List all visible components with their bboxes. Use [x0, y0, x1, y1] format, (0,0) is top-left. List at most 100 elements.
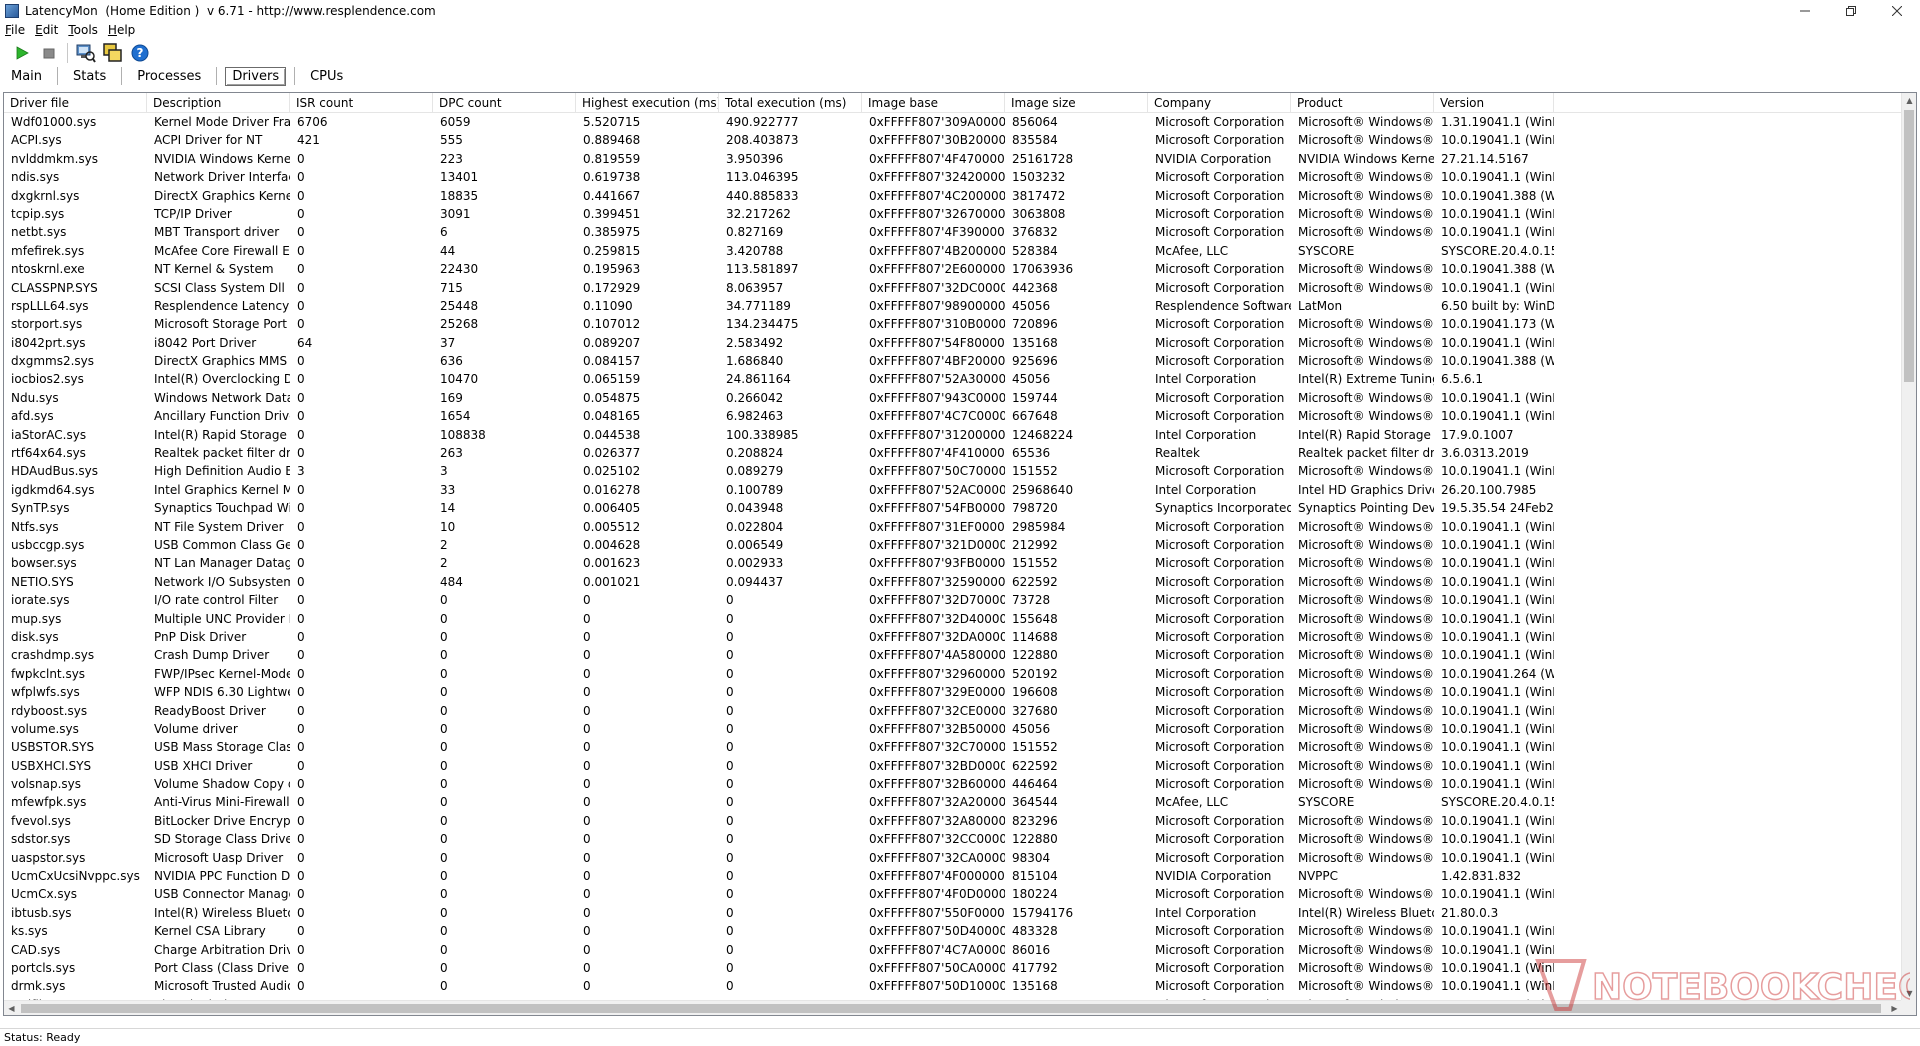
table-cell: Microsoft® Windows® Ope... — [1298, 960, 1434, 975]
table-row[interactable]: portcls.sys Port Class (Class Driver for … — [4, 959, 1904, 977]
table-row[interactable]: wfplwfs.sys WFP NDIS 6.30 Lightweight ...… — [4, 683, 1904, 701]
table-row[interactable]: NETIO.SYS Network I/O Subsystem 0 484 0.0010… — [4, 573, 1904, 591]
table-row[interactable]: HDAudBus.sys High Definition Audio Bus Dr… — [4, 462, 1904, 480]
horizontal-scrollbar[interactable]: ◀ ▶ — [4, 1000, 1902, 1015]
table-row[interactable]: afd.sys Ancillary Function Driver for ...… — [4, 407, 1904, 425]
column-header[interactable]: Company — [1148, 93, 1291, 113]
start-button[interactable] — [10, 42, 34, 64]
column-header[interactable]: Version — [1434, 93, 1554, 113]
table-row[interactable]: crashdmp.sys Crash Dump Driver 0 0 0 0 0xFFFFF… — [4, 646, 1904, 664]
table-row[interactable]: rspLLL64.sys Resplendence Latency Monit..… — [4, 297, 1904, 315]
table-row[interactable]: USBXHCI.SYS USB XHCI Driver 0 0 0 0 0xFFFFF807… — [4, 757, 1904, 775]
scroll-down-icon[interactable]: ▼ — [1902, 986, 1916, 1001]
tab-cpus[interactable]: CPUs — [303, 67, 350, 86]
table-row[interactable]: uaspstor.sys Microsoft Uasp Driver 0 0 0 0 0xF… — [4, 849, 1904, 867]
table-row[interactable]: rdyboost.sys ReadyBoost Driver 0 0 0 0 0xFFFFF… — [4, 702, 1904, 720]
table-row[interactable]: iaStorAC.sys Intel(R) Rapid Storage Tech.… — [4, 426, 1904, 444]
table-row[interactable]: dxgmms2.sys DirectX Graphics MMS 0 636 0.084… — [4, 352, 1904, 370]
table-row[interactable]: Ndu.sys Windows Network Data Usa... 0 169 0.… — [4, 389, 1904, 407]
table-cell: 122880 — [1012, 832, 1058, 847]
table-row[interactable]: netbt.sys MBT Transport driver 0 6 0.385975 0… — [4, 223, 1904, 241]
table-cell: Microsoft Corporation — [1155, 574, 1285, 589]
column-header[interactable]: Image size — [1005, 93, 1148, 113]
menu-file[interactable]: File — [0, 23, 30, 37]
maximize-button[interactable] — [1828, 0, 1874, 21]
table-row[interactable]: nvlddmkm.sys NVIDIA Windows Kernel Mod...… — [4, 150, 1904, 168]
close-button[interactable] — [1874, 0, 1920, 21]
scroll-up-icon[interactable]: ▲ — [1902, 93, 1916, 108]
column-header[interactable]: Description — [147, 93, 290, 113]
report-button[interactable] — [74, 42, 98, 64]
table-cell: Network I/O Subsystem — [154, 574, 290, 589]
scroll-right-icon[interactable]: ▶ — [1887, 1001, 1902, 1015]
column-header[interactable]: DPC count — [433, 93, 576, 113]
menu-tools[interactable]: Tools — [63, 23, 103, 37]
table-row[interactable]: fwpkclnt.sys FWP/IPsec Kernel-Mode API 0 0 0… — [4, 665, 1904, 683]
table-row[interactable]: drmk.sys Microsoft Trusted Audio Driv... 0… — [4, 977, 1904, 995]
table-row[interactable]: Ntfs.sys NT File System Driver 0 10 0.005512… — [4, 518, 1904, 536]
table-row[interactable]: UcmCx.sys USB Connector Manager KM... 0 0 0 0… — [4, 885, 1904, 903]
tab-drivers[interactable]: Drivers — [225, 66, 287, 86]
table-cell: Microsoft Corporation — [1155, 409, 1285, 424]
column-header[interactable]: Driver file — [4, 93, 147, 113]
table-row[interactable]: SynTP.sys Synaptics Touchpad Win64 ... 0 14… — [4, 499, 1904, 517]
table-cell: Microsoft Corporation — [1155, 115, 1285, 129]
table-row[interactable]: dxgkrnl.sys DirectX Graphics Kernel 0 18835… — [4, 187, 1904, 205]
table-row[interactable]: ks.sys Kernel CSA Library 0 0 0 0 0xFFFFF807'5… — [4, 922, 1904, 940]
table-row[interactable]: i8042prt.sys i8042 Port Driver 64 37 0.08920… — [4, 334, 1904, 352]
table-row[interactable]: ibtusb.sys Intel(R) Wireless Bluetooth(..… — [4, 904, 1904, 922]
table-row[interactable]: Wdf01000.sys Kernel Mode Driver Framew...… — [4, 113, 1904, 131]
menu-edit[interactable]: Edit — [30, 23, 63, 37]
column-header[interactable]: Total execution (ms) — [719, 93, 862, 113]
table-row[interactable]: iorate.sys I/O rate control Filter 0 0 0 0 0xF… — [4, 591, 1904, 609]
table-row[interactable]: bowser.sys NT Lan Manager Datagram ... 0 2 0… — [4, 554, 1904, 572]
table-row[interactable]: storport.sys Microsoft Storage Port Drive… — [4, 315, 1904, 333]
table-row[interactable]: ACPI.sys ACPI Driver for NT 421 555 0.889468… — [4, 131, 1904, 149]
table-row[interactable]: CLASSPNP.SYS SCSI Class System Dll 0 715 0.1… — [4, 279, 1904, 297]
menu-help[interactable]: Help — [103, 23, 140, 37]
column-header[interactable]: Product — [1291, 93, 1434, 113]
table-row[interactable]: igdkmd64.sys Intel Graphics Kernel Mode D… — [4, 481, 1904, 499]
column-header[interactable]: Image base — [862, 93, 1005, 113]
tab-stats[interactable]: Stats — [66, 67, 113, 86]
column-header[interactable]: ISR count — [290, 93, 433, 113]
tab-processes[interactable]: Processes — [130, 67, 208, 86]
table-row[interactable]: mup.sys Multiple UNC Provider Driver 0 0 0 0 0… — [4, 610, 1904, 628]
table-body[interactable]: Wdf01000.sys Kernel Mode Driver Framew...… — [4, 113, 1904, 1001]
stop-button[interactable] — [37, 42, 61, 64]
table-cell: 0 — [726, 611, 734, 626]
tab-main[interactable]: Main — [4, 67, 49, 86]
table-cell: usbccgp.sys — [11, 537, 85, 552]
table-row[interactable]: sdstor.sys SD Storage Class Driver 0 0 0 0 0xF… — [4, 830, 1904, 848]
copy-button[interactable] — [101, 42, 125, 64]
table-row[interactable]: mfewfpk.sys Anti-Virus Mini-Firewall Driv… — [4, 793, 1904, 811]
help-button[interactable]: ? — [128, 42, 152, 64]
table-row[interactable]: UcmCxUcsiNvppc.sys NVIDIA PPC Function Dr… — [4, 867, 1904, 885]
column-header[interactable]: Highest execution (ms) — [576, 93, 719, 113]
horizontal-scroll-thumb[interactable] — [21, 1004, 1881, 1013]
table-cell: 0xFFFFF807'32CA0000 — [869, 850, 1005, 865]
minimize-button[interactable] — [1782, 0, 1828, 21]
table-cell: Microsoft® Windows® Ope... — [1298, 519, 1434, 534]
table-cell: 0 — [583, 593, 591, 608]
app-icon — [5, 3, 19, 18]
vertical-scrollbar[interactable]: ▲ ▼ — [1901, 93, 1916, 1001]
table-cell: 0xFFFFF807'93FB0000 — [869, 556, 1005, 571]
table-row[interactable]: disk.sys PnP Disk Driver 0 0 0 0 0xFFFFF807'32… — [4, 628, 1904, 646]
table-row[interactable]: volsnap.sys Volume Shadow Copy driver 0 0 0 0… — [4, 775, 1904, 793]
table-cell: 0 — [297, 574, 305, 589]
table-row[interactable]: USBSTOR.SYS USB Mass Storage Class Driver… — [4, 738, 1904, 756]
table-row[interactable]: rtf64x64.sys Realtek packet filter driver… — [4, 444, 1904, 462]
table-row[interactable]: volume.sys Volume driver 0 0 0 0 0xFFFFF807'32… — [4, 720, 1904, 738]
vertical-scroll-thumb[interactable] — [1904, 110, 1914, 382]
table-row[interactable]: CAD.sys Charge Arbitration Driver 0 0 0 0 0xFF… — [4, 941, 1904, 959]
table-row[interactable]: ndis.sys Network Driver Interface Sp... 0 1… — [4, 168, 1904, 186]
table-row[interactable]: iocbios2.sys Intel(R) Overclocking Device… — [4, 370, 1904, 388]
table-row[interactable]: ntoskrnl.exe NT Kernel & System 0 22430 0.19… — [4, 260, 1904, 278]
table-cell: Charge Arbitration Driver — [154, 942, 290, 957]
table-row[interactable]: mfefirek.sys McAfee Core Firewall Engine … — [4, 242, 1904, 260]
table-row[interactable]: usbccgp.sys USB Common Class Generic ... 0… — [4, 536, 1904, 554]
scroll-left-icon[interactable]: ◀ — [4, 1001, 19, 1015]
table-row[interactable]: tcpip.sys TCP/IP Driver 0 3091 0.399451 32.21… — [4, 205, 1904, 223]
table-row[interactable]: fvevol.sys BitLocker Drive Encryption ...… — [4, 812, 1904, 830]
